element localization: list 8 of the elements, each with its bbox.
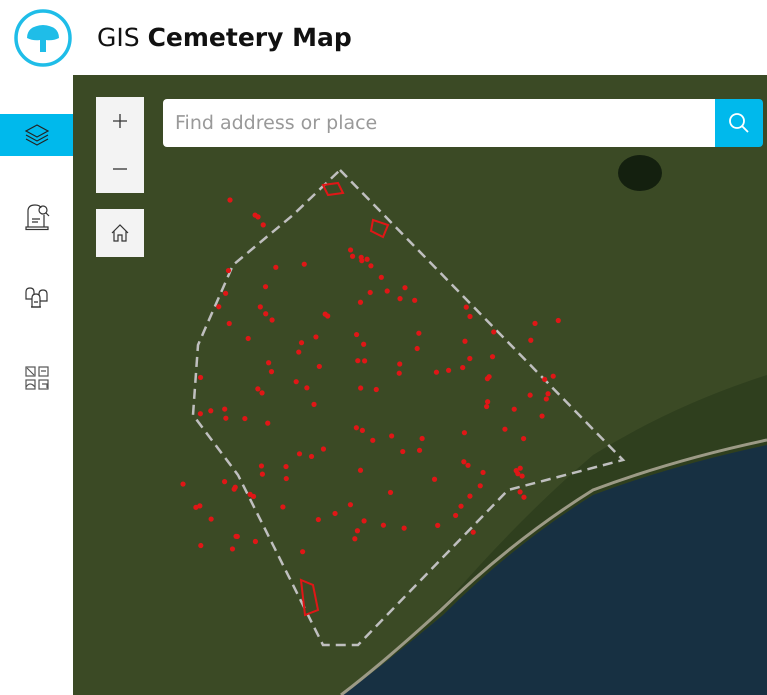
app-title: GIS Cemetery Map [97,23,352,52]
search-icon [727,111,751,135]
plus-icon [110,111,130,131]
home-button[interactable] [96,209,144,257]
minus-icon [113,168,127,170]
search-field[interactable]: Find address or place [163,99,715,147]
home-icon [110,223,130,243]
layers-tool-button[interactable] [0,114,73,156]
